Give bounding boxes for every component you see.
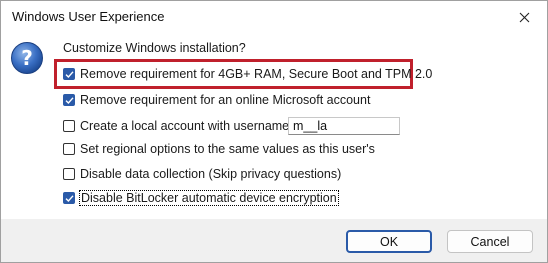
title-bar: Windows User Experience	[1, 1, 547, 33]
username-input[interactable]	[288, 117, 400, 135]
option-create-local-account[interactable]: Create a local account with username:	[63, 118, 293, 134]
checkbox-regional-options[interactable]	[63, 143, 75, 155]
checkbox-remove-hw-requirements[interactable]	[63, 68, 75, 80]
checkbox-create-local-account[interactable]	[63, 120, 75, 132]
question-icon: ?	[11, 42, 43, 74]
option-disable-bitlocker[interactable]: Disable BitLocker automatic device encry…	[63, 190, 339, 206]
heading-text: Customize Windows installation?	[63, 41, 246, 55]
option-remove-hw-requirements[interactable]: Remove requirement for 4GB+ RAM, Secure …	[63, 66, 432, 82]
checkbox-disable-data-collection[interactable]	[63, 168, 75, 180]
cancel-button[interactable]: Cancel	[447, 230, 533, 253]
window-title: Windows User Experience	[12, 9, 165, 24]
option-label: Disable data collection (Skip privacy qu…	[80, 167, 342, 181]
close-button[interactable]	[501, 1, 547, 33]
checkbox-disable-bitlocker[interactable]	[63, 192, 75, 204]
close-icon	[519, 12, 529, 22]
option-label: Set regional options to the same values …	[80, 142, 375, 156]
checkmark-icon	[65, 96, 74, 104]
ok-button[interactable]: OK	[346, 230, 432, 253]
option-label: Remove requirement for 4GB+ RAM, Secure …	[80, 67, 433, 81]
option-label: Create a local account with username:	[80, 119, 293, 133]
option-label: Remove requirement for an online Microso…	[80, 93, 371, 107]
option-label: Disable BitLocker automatic device encry…	[79, 190, 339, 206]
checkbox-remove-online-account[interactable]	[63, 94, 75, 106]
option-remove-online-account[interactable]: Remove requirement for an online Microso…	[63, 92, 370, 108]
checkmark-icon	[65, 70, 74, 78]
option-disable-data-collection[interactable]: Disable data collection (Skip privacy qu…	[63, 166, 341, 182]
dialog-window: Windows User Experience ? Customize Wind…	[0, 0, 548, 263]
checkmark-icon	[65, 194, 74, 202]
option-regional-options[interactable]: Set regional options to the same values …	[63, 141, 375, 157]
svg-text:?: ?	[21, 46, 33, 70]
